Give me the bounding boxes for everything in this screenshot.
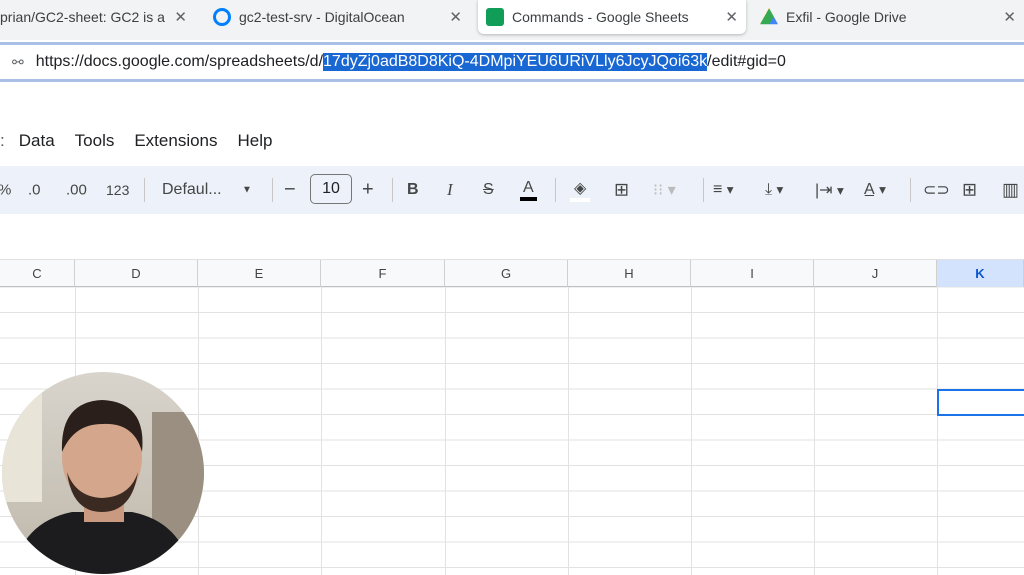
close-icon[interactable]: ✕ [725,8,738,26]
bold-button[interactable]: B [407,181,419,199]
menu-tools[interactable]: Tools [75,131,115,151]
digitalocean-icon [213,8,231,26]
column-header-h[interactable]: H [568,260,691,287]
close-icon[interactable]: ✕ [174,8,187,26]
column-header-d[interactable]: D [75,260,198,287]
increase-decimal-button[interactable]: .00 [66,182,87,199]
site-settings-icon[interactable]: ⚯ [12,54,24,71]
italic-button[interactable]: I [447,180,453,200]
borders-icon[interactable]: ⊞ [614,180,629,201]
text-color-button[interactable]: A [520,179,537,201]
close-icon[interactable]: ✕ [449,8,462,26]
merge-cells-icon[interactable]: ⁝⁝ ▾ [653,180,676,200]
text-wrap-icon[interactable]: |⇥ ▾ [815,180,844,200]
column-header-g[interactable]: G [445,260,568,287]
close-icon[interactable]: ✕ [1003,8,1016,26]
column-header-k[interactable]: K [937,260,1024,287]
decrease-decimal-button[interactable]: .0 [28,182,41,199]
tab-github[interactable]: prian/GC2-sheet: GC2 is a ✕ [0,0,195,34]
column-header-f[interactable]: F [321,260,445,287]
strikethrough-button[interactable]: S [483,181,494,199]
column-headers: C D E F G H I J K [0,259,1024,287]
selected-cell[interactable] [937,389,1024,416]
menu-bar: : Data Tools Extensions Help [0,131,273,151]
insert-comment-icon[interactable]: ⊞ [962,180,977,201]
fill-color-icon[interactable]: ◈ [570,178,591,202]
decrease-font-size-button[interactable]: − [284,179,296,202]
text-rotation-icon[interactable]: A̲ ▾ [864,181,886,199]
column-header-c[interactable]: C [0,260,75,287]
selected-url-text: 17dyZj0adB8D8KiQ-4DMpiYEU6URiVLly6JcyJQo… [323,53,708,71]
vertical-align-icon[interactable]: ⤓ ▾ [765,181,783,199]
percent-button[interactable]: % [0,182,11,199]
chevron-down-icon[interactable]: ▼ [242,185,252,196]
more-formats-button[interactable]: 123 [106,182,129,198]
tab-bar: prian/GC2-sheet: GC2 is a ✕ gc2-test-srv … [0,0,1024,40]
sheets-icon [486,8,504,26]
column-header-e[interactable]: E [198,260,321,287]
increase-font-size-button[interactable]: + [362,179,374,202]
tab-google-sheets[interactable]: Commands - Google Sheets ✕ [478,0,746,34]
horizontal-align-icon[interactable]: ≡ ▾ [713,181,733,199]
font-size-input[interactable]: 10 [310,174,352,204]
address-bar[interactable]: ⚯ https://docs.google.com/spreadsheets/d… [0,42,1024,82]
insert-chart-icon[interactable]: ▥ [1002,180,1019,201]
webcam-overlay [2,372,204,574]
menu-data[interactable]: Data [19,131,55,151]
toolbar: % .0 .00 123 Defaul... ▼ − 10 + B I S A … [0,166,1024,214]
menu-extensions[interactable]: Extensions [134,131,217,151]
drive-icon [760,8,778,25]
tab-digitalocean[interactable]: gc2-test-srv - DigitalOcean ✕ [205,0,470,34]
column-header-j[interactable]: J [814,260,937,287]
column-header-i[interactable]: I [691,260,814,287]
font-select[interactable]: Defaul... [162,181,222,199]
tab-google-drive[interactable]: Exfil - Google Drive ✕ [752,0,1024,34]
insert-link-icon[interactable]: ⊂⊃ [923,180,950,200]
menu-help[interactable]: Help [238,131,273,151]
